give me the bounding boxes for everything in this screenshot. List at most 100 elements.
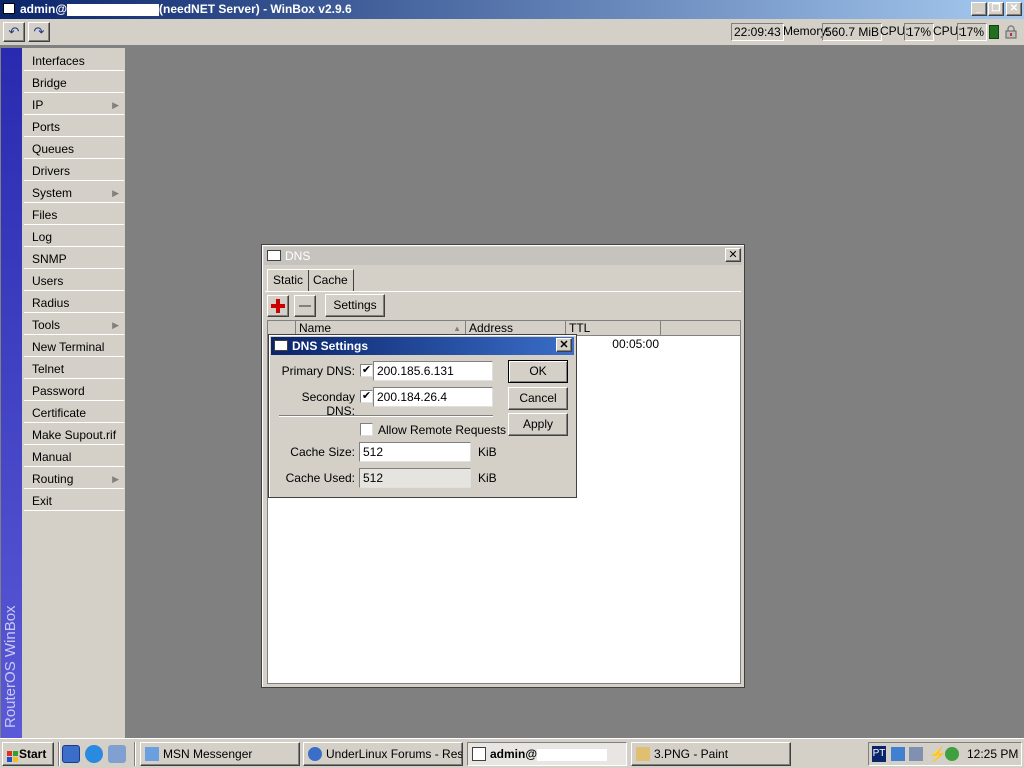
sidebar-item-make-supout-rif[interactable]: Make Supout.rif — [24, 425, 124, 445]
ok-button[interactable]: OK — [508, 360, 568, 383]
sidebar-item-tools[interactable]: Tools ▶ — [24, 315, 124, 335]
primary-dns-label: Primary DNS: — [281, 364, 355, 378]
redo-button[interactable]: ↷ — [28, 22, 50, 42]
redo-icon: ↷ — [33, 24, 45, 39]
sidebar-item-snmp[interactable]: SNMP — [24, 249, 124, 269]
sidebar-item-files[interactable]: Files — [24, 205, 124, 225]
sidebar-item-routing[interactable]: Routing ▶ — [24, 469, 124, 489]
apply-button[interactable]: Apply — [508, 413, 568, 436]
messenger-quicklaunch-icon[interactable] — [108, 745, 126, 763]
close-button[interactable]: ✕ — [1006, 2, 1022, 16]
submenu-arrow-icon: ▶ — [112, 320, 119, 330]
undo-icon: ↶ — [8, 24, 20, 39]
cancel-button[interactable]: Cancel — [508, 387, 568, 410]
dns-settings-title-bar[interactable]: DNS Settings ✕ — [271, 337, 574, 355]
sidebar-item-queues[interactable]: Queues — [24, 139, 124, 159]
allow-remote-checkbox[interactable] — [360, 423, 373, 436]
tab-cache[interactable]: Cache — [308, 269, 354, 291]
sidebar-item-users[interactable]: Users — [24, 271, 124, 291]
winbox-icon — [472, 747, 486, 761]
cache-size-unit: KiB — [478, 445, 497, 459]
browser-icon — [308, 747, 322, 761]
lock-icon — [1005, 25, 1017, 39]
primary-dns-field[interactable]: 200.185.6.131 — [373, 361, 493, 381]
start-button[interactable]: Start — [2, 742, 54, 766]
windows-logo-icon — [7, 748, 18, 762]
sidebar-menu: Interfaces Bridge IP ▶ Ports Queues Drivers Sys… — [22, 48, 126, 738]
dns-window-title-bar[interactable]: DNS ✕ — [264, 247, 742, 265]
network-tray-icon[interactable] — [909, 747, 923, 761]
window-title-bar[interactable]: admin@ (needNET Server) - WinBox v2.9.6 _… — [0, 0, 1024, 19]
cache-size-label: Cache Size: — [290, 445, 355, 459]
separator — [279, 415, 493, 417]
paint-icon — [636, 747, 650, 761]
status-indicator-icon — [989, 25, 999, 39]
cpu2-value: 17% — [957, 23, 988, 41]
clock-display: 22:09:43 — [731, 23, 784, 41]
minus-icon — [299, 305, 311, 307]
system-tray: PT ⚡ 12:25 PM — [868, 742, 1022, 766]
memory-value: 560.7 MiB — [822, 23, 883, 41]
window-icon — [267, 250, 281, 261]
dns-settings-title: DNS Settings — [292, 339, 369, 353]
app-icon — [3, 3, 15, 14]
sidebar-item-telnet[interactable]: Telnet — [24, 359, 124, 379]
sidebar-item-drivers[interactable]: Drivers — [24, 161, 124, 181]
cache-used-field: 512 — [359, 468, 471, 488]
user-tray-icon[interactable] — [891, 747, 905, 761]
sidebar-item-exit[interactable]: Exit — [24, 491, 124, 511]
brand-text: RouterOS WinBox — [2, 605, 19, 728]
add-button[interactable] — [267, 295, 289, 317]
main-toolbar: ↶ ↷ 22:09:43 Memory: 560.7 MiB CPU: 17% … — [0, 19, 1024, 46]
cpu-value: 17% — [904, 23, 935, 41]
sidebar-item-password[interactable]: Password — [24, 381, 124, 401]
restore-button[interactable]: ❐ — [988, 2, 1004, 16]
submenu-arrow-icon: ▶ — [112, 474, 119, 484]
primary-dns-checkbox[interactable]: ✔ — [360, 364, 373, 377]
taskbar-divider — [134, 742, 136, 766]
remove-button[interactable] — [294, 295, 316, 317]
messenger-tray-icon[interactable] — [945, 747, 959, 761]
taskbar-clock: 12:25 PM — [967, 747, 1019, 761]
sidebar-item-interfaces[interactable]: Interfaces — [24, 51, 124, 71]
sidebar-item-ip[interactable]: IP ▶ — [24, 95, 124, 115]
dns-close-button[interactable]: ✕ — [725, 248, 741, 262]
sidebar-item-manual[interactable]: Manual — [24, 447, 124, 467]
dialog-close-button[interactable]: ✕ — [556, 338, 572, 352]
msn-icon — [145, 747, 159, 761]
window-icon — [274, 340, 288, 351]
redacted-hostname — [67, 3, 160, 16]
column-header-ttl[interactable]: TTL — [566, 321, 661, 336]
task-underlinux-forums[interactable]: UnderLinux Forums - Res... — [303, 742, 463, 766]
sidebar-item-certificate[interactable]: Certificate — [24, 403, 124, 423]
cache-size-field[interactable]: 512 — [359, 442, 471, 462]
sidebar-item-log[interactable]: Log — [24, 227, 124, 247]
taskbar-divider — [58, 742, 60, 766]
task-msn-messenger[interactable]: MSN Messenger — [140, 742, 300, 766]
sidebar-item-new-terminal[interactable]: New Terminal — [24, 337, 124, 357]
ie-quicklaunch-icon[interactable] — [62, 745, 80, 763]
row-ttl: 00:05:00 — [612, 337, 659, 351]
task-paint[interactable]: 3.PNG - Paint — [631, 742, 791, 766]
column-header-filler — [661, 321, 740, 336]
secondary-dns-field[interactable]: 200.184.26.4 — [373, 387, 493, 407]
task-winbox[interactable]: admin@ — [467, 742, 627, 766]
sidebar-item-bridge[interactable]: Bridge — [24, 73, 124, 93]
submenu-arrow-icon: ▶ — [112, 188, 119, 198]
sidebar-item-system[interactable]: System ▶ — [24, 183, 124, 203]
tab-divider — [265, 291, 741, 292]
submenu-arrow-icon: ▶ — [112, 100, 119, 110]
sidebar-item-radius[interactable]: Radius — [24, 293, 124, 313]
language-indicator[interactable]: PT — [872, 746, 886, 762]
cache-used-label: Cache Used: — [285, 471, 355, 485]
minimize-button[interactable]: _ — [971, 2, 987, 16]
sidebar-brand-strip: RouterOS WinBox — [1, 48, 22, 738]
cache-used-unit: KiB — [478, 471, 497, 485]
sidebar-item-ports[interactable]: Ports — [24, 117, 124, 137]
tab-static[interactable]: Static — [267, 269, 310, 292]
browser-quicklaunch-icon[interactable] — [85, 745, 103, 763]
settings-button[interactable]: Settings — [325, 294, 385, 317]
undo-button[interactable]: ↶ — [3, 22, 25, 42]
lightning-tray-icon[interactable]: ⚡ — [929, 746, 946, 762]
secondary-dns-checkbox[interactable]: ✔ — [360, 390, 373, 403]
